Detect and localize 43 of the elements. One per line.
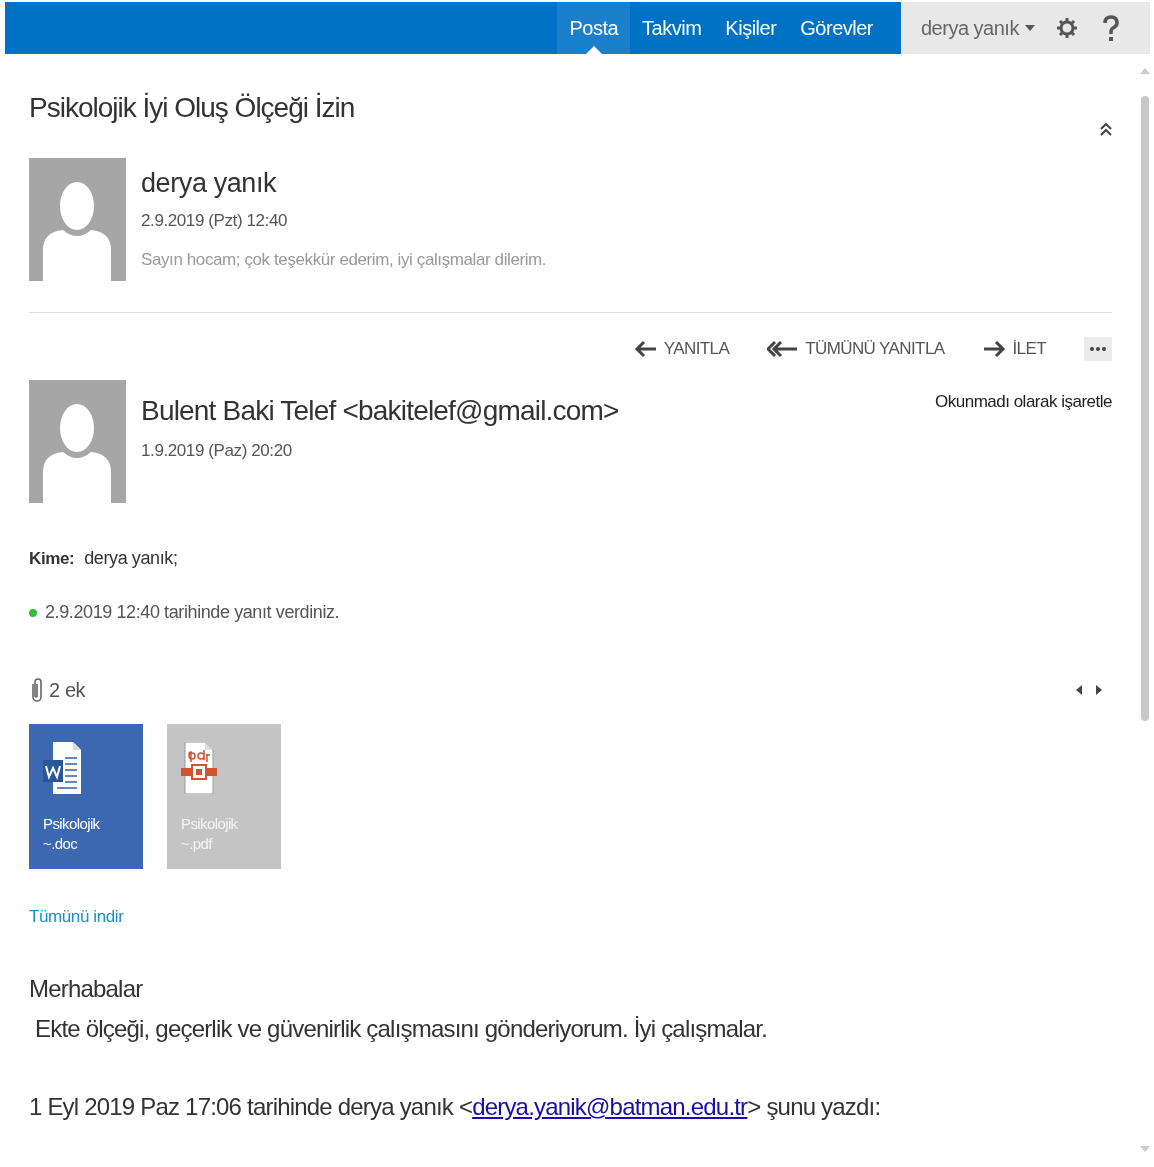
body-paragraph: Ekte ölçeği, geçerlik ve güvenirlik çalışmasını gönderiyorum. İyi çalışmalar. bbox=[35, 1015, 769, 1043]
message-subject: Psikolojik İyi Oluş Ölçeği İzin bbox=[29, 92, 355, 124]
mark-unread-link[interactable]: Okunmadı olarak işaretle bbox=[935, 392, 1112, 412]
pdf-document-icon bbox=[181, 742, 219, 794]
right-caret-icon bbox=[1096, 685, 1102, 695]
nav-tab[interactable]: Görevler bbox=[788, 2, 885, 54]
reply-all-button[interactable]: TÜMÜNÜ YANITLA bbox=[767, 339, 945, 359]
attachment-name: Psikolojik ~.doc bbox=[43, 814, 101, 854]
reply-button[interactable]: YANITLA bbox=[633, 339, 730, 359]
left-caret-icon bbox=[1076, 685, 1082, 695]
recipient-label: Kime: bbox=[29, 549, 75, 569]
settings-icon bbox=[1056, 18, 1077, 38]
word-document-icon bbox=[43, 742, 81, 794]
message-preview: Sayın hocam; çok teşekkür ederim, iyi çalışmalar dilerim. bbox=[141, 250, 547, 270]
left-caret-button[interactable] bbox=[1076, 685, 1082, 695]
sender-name: derya yanık bbox=[141, 168, 278, 199]
status-dot-icon bbox=[29, 608, 37, 617]
right-caret-button[interactable] bbox=[1096, 685, 1102, 695]
double-left-arrow-icon bbox=[767, 340, 800, 358]
nav-tab[interactable]: Takvim bbox=[630, 2, 714, 54]
nav-tab[interactable]: Kişiler bbox=[713, 2, 789, 54]
sender-name: Bulent Baki Telef <bakitelef@gmail.com> bbox=[141, 395, 619, 427]
download-all-link[interactable]: Tümünü indir bbox=[29, 907, 124, 927]
nav-tab[interactable]: Posta bbox=[557, 2, 631, 54]
right-arrow-icon bbox=[982, 340, 1007, 358]
more-button[interactable] bbox=[1084, 337, 1112, 361]
message-date: 2.9.2019 (Pzt) 12:40 bbox=[141, 211, 289, 231]
caret-icon bbox=[1024, 25, 1035, 31]
more-icon bbox=[1090, 347, 1106, 351]
email-link[interactable]: derya.yanik@batman.edu.tr bbox=[472, 1093, 748, 1120]
attachment-tile[interactable]: Psikolojik ~.doc bbox=[29, 724, 143, 869]
attachment-count: 2 ek bbox=[49, 678, 86, 702]
help-icon bbox=[1101, 15, 1120, 41]
body-paragraph: Merhabalar bbox=[29, 975, 144, 1003]
left-arrow-icon bbox=[633, 340, 658, 358]
paperclip-icon bbox=[29, 678, 43, 702]
reply-note: 2.9.2019 12:40 tarihinde yanıt verdiniz. bbox=[45, 602, 340, 623]
double-chevron-up-icon bbox=[1100, 122, 1112, 136]
collapse-button[interactable] bbox=[1100, 122, 1112, 136]
message-date: 1.9.2019 (Paz) 20:20 bbox=[141, 441, 293, 461]
forward-button[interactable]: İLET bbox=[982, 339, 1046, 359]
quote-header: 1 Eyl 2019 Paz 17:06 tarihinde derya yanık <derya.yanik@batman.edu.tr> şunu yazdı: bbox=[29, 1093, 882, 1121]
recipient-name: derya yanık; bbox=[84, 548, 178, 569]
